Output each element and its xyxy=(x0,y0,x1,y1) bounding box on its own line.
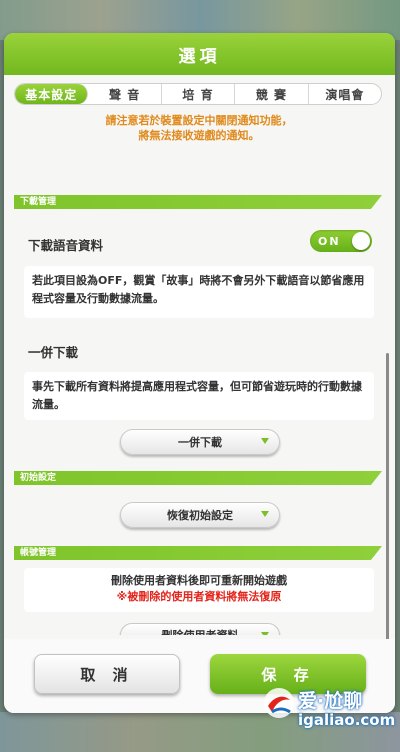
delete-data-warning: 刪除使用者資料後即可重新開始遊戲 ※被刪除的使用者資料將無法復原 xyxy=(24,568,374,612)
watermark-url: igaliao.com xyxy=(298,711,396,729)
bulk-download-button[interactable]: 一併下載 xyxy=(120,429,280,455)
notice-line-1: 請注意若於裝置設定中關閉通知功能， xyxy=(105,114,293,127)
cancel-button[interactable]: 取 消 xyxy=(34,654,180,694)
chevron-down-icon xyxy=(261,438,269,444)
tab-concert[interactable]: 演唱會 xyxy=(309,84,381,104)
watermark-brand: 爱·尬聊 xyxy=(298,690,363,712)
section-header-initial-settings: 初始設定 xyxy=(14,471,382,485)
bulk-download-button-label: 一併下載 xyxy=(178,436,222,449)
bulk-download-description: 事先下載所有資料將提高應用程式容量，但可節省遊玩時的行動數據流量。 xyxy=(24,372,374,420)
settings-scroll-area[interactable]: 請注意若於裝置設定中關閉通知功能， 將無法接收遊戲的通知。 下載管理 下載語音資… xyxy=(14,109,384,635)
voice-download-description: 若此項目設為OFF，觀賞「故事」時將不會另外下載語音以節省應用程式容量及行動數據… xyxy=(24,266,374,318)
voice-download-toggle[interactable]: ON xyxy=(310,230,372,252)
notification-notice: 請注意若於裝置設定中關閉通知功能， 將無法接收遊戲的通知。 xyxy=(14,109,384,143)
bulk-download-title: 一併下載 xyxy=(28,345,79,360)
site-watermark: 爱·尬聊 igaliao.com xyxy=(262,684,398,736)
section-header-account: 帳號管理 xyxy=(14,546,382,560)
tab-training[interactable]: 培 育 xyxy=(162,84,236,104)
watermark-logo-icon xyxy=(264,688,294,718)
chevron-down-icon xyxy=(261,632,269,635)
chevron-down-icon xyxy=(261,511,269,517)
reset-settings-button[interactable]: 恢復初始設定 xyxy=(120,502,280,528)
scrollbar[interactable] xyxy=(386,353,389,663)
tab-basic-settings[interactable]: 基本設定 xyxy=(15,84,89,104)
tab-sound[interactable]: 聲 音 xyxy=(88,84,162,104)
delete-user-data-button-label: 刪除使用者資料 xyxy=(162,627,239,635)
toggle-knob xyxy=(352,232,370,250)
voice-download-title: 下載語音資料 xyxy=(28,238,104,253)
warning-line-2: ※被刪除的使用者資料將無法復原 xyxy=(116,590,282,603)
section-header-download: 下載管理 xyxy=(14,195,382,209)
tab-race[interactable]: 競 賽 xyxy=(235,84,309,104)
warning-line-1: 刪除使用者資料後即可重新開始遊戲 xyxy=(111,574,287,587)
dialog-header: 選項 xyxy=(4,33,395,75)
tab-bar: 基本設定 聲 音 培 育 競 賽 演唱會 xyxy=(14,83,382,105)
dialog-title: 選項 xyxy=(178,46,221,67)
notice-line-2: 將無法接收遊戲的通知。 xyxy=(138,129,260,142)
toggle-state-label: ON xyxy=(318,234,341,248)
options-dialog: 選項 基本設定 聲 音 培 育 競 賽 演唱會 請注意若於裝置設定中關閉通知功能… xyxy=(4,33,395,713)
reset-settings-button-label: 恢復初始設定 xyxy=(167,509,233,522)
delete-user-data-button[interactable]: 刪除使用者資料 xyxy=(120,623,280,635)
